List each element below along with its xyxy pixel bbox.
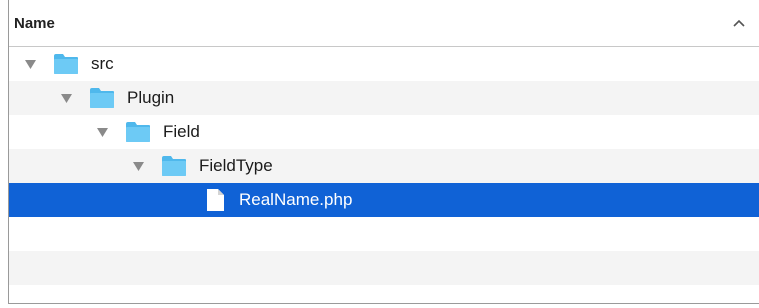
disclosure-triangle-icon[interactable] — [95, 125, 109, 139]
tree-item-label: Plugin — [127, 88, 175, 107]
tree-item-label: Field — [163, 122, 200, 141]
name-column-header[interactable]: Name — [9, 0, 759, 47]
empty-row — [9, 285, 759, 308]
column-header-label: Name — [14, 14, 55, 32]
disclosure-triangle-icon[interactable] — [23, 57, 37, 71]
file-browser: Name src Plugin Field FieldType RealName… — [8, 0, 759, 304]
file-icon — [207, 189, 224, 211]
empty-row — [9, 217, 759, 251]
tree-item-label: src — [91, 54, 114, 73]
folder-icon — [54, 54, 78, 74]
folder-icon — [162, 156, 186, 176]
tree-row-field[interactable]: Field — [9, 115, 759, 149]
tree-row-src[interactable]: src — [9, 47, 759, 81]
file-tree: src Plugin Field FieldType RealName.php — [9, 47, 759, 308]
folder-icon — [126, 122, 150, 142]
disclosure-triangle-icon[interactable] — [59, 91, 73, 105]
tree-row-plugin[interactable]: Plugin — [9, 81, 759, 115]
empty-row — [9, 251, 759, 285]
tree-row-realname-php[interactable]: RealName.php — [9, 183, 759, 217]
tree-row-fieldtype[interactable]: FieldType — [9, 149, 759, 183]
disclosure-triangle-icon[interactable] — [131, 159, 145, 173]
folder-icon — [90, 88, 114, 108]
chevron-up-icon[interactable] — [731, 15, 747, 31]
tree-item-label: FieldType — [199, 156, 273, 175]
tree-item-label: RealName.php — [239, 190, 353, 209]
